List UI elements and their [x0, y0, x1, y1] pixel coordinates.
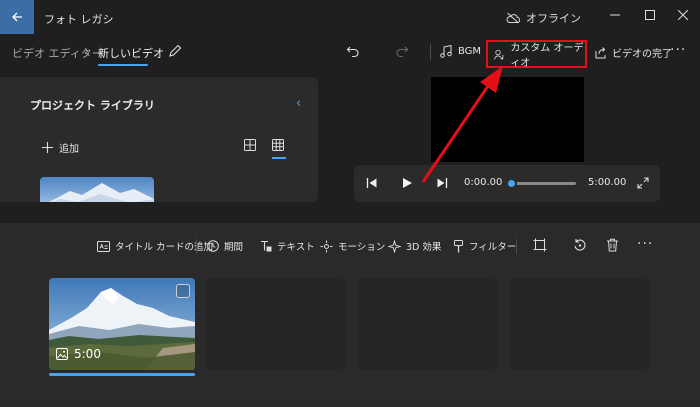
mountain-photo	[49, 183, 154, 202]
play-icon	[403, 178, 412, 188]
rotate-icon	[574, 239, 586, 251]
grid-small-icon	[272, 139, 284, 151]
total-time: 5:00.00	[588, 177, 627, 188]
music-note-icon	[440, 45, 452, 58]
seek-handle[interactable]	[506, 178, 517, 189]
filter-brush-icon	[454, 239, 463, 252]
previous-frame-button[interactable]	[366, 177, 378, 189]
custom-audio-label: カスタム オーディオ	[510, 43, 584, 69]
duration-label: 期間	[224, 242, 244, 253]
3d-effects-button[interactable]: 3D 効果	[388, 239, 441, 253]
text-icon	[261, 240, 272, 252]
person-audio-icon	[494, 49, 504, 60]
maximize-icon	[645, 10, 655, 20]
app-title: フォト レガシ	[44, 13, 114, 26]
close-icon	[678, 10, 688, 20]
crop-icon	[533, 238, 547, 252]
breadcrumb-underline	[98, 64, 148, 66]
redo-button[interactable]	[395, 44, 409, 58]
project-library-panel: プロジェクト ライブラリ ‹ 追加	[0, 77, 318, 202]
project-library-title: プロジェクト ライブラリ	[30, 99, 155, 112]
motion-label: モーション	[338, 242, 386, 253]
bgm-button[interactable]: BGM	[440, 45, 481, 58]
view-selected-indicator	[272, 157, 286, 159]
plus-icon	[42, 142, 53, 153]
add-media-button[interactable]: 追加	[42, 140, 79, 155]
close-button[interactable]	[666, 2, 700, 28]
empty-clip-slot	[206, 279, 345, 369]
title-card-icon	[97, 240, 110, 252]
text-label: テキスト	[277, 242, 315, 253]
storyboard-more-button[interactable]: ···	[637, 236, 653, 252]
current-time: 0:00.00	[464, 177, 503, 188]
breadcrumb-video-editor[interactable]: ビデオ エディター	[12, 45, 103, 61]
bgm-label: BGM	[458, 46, 482, 57]
minimize-icon	[610, 14, 620, 16]
breadcrumb-current: 新しいビデオ	[98, 47, 164, 60]
collapse-library-button[interactable]: ‹	[296, 96, 301, 111]
offline-label: オフライン	[526, 12, 581, 25]
step-forward-icon	[437, 178, 448, 188]
filters-label: フィルター	[469, 242, 517, 253]
large-grid-view-button[interactable]	[244, 139, 256, 151]
trash-icon	[607, 238, 618, 252]
breadcrumb-separator: ›	[84, 44, 89, 58]
playback-controls: 0:00.00 5:00.00	[354, 165, 660, 202]
clip-duration: 5:00	[56, 347, 101, 361]
grid-large-icon	[244, 139, 256, 151]
expand-icon	[637, 177, 649, 189]
empty-clip-slot	[510, 279, 649, 369]
undo-icon	[346, 46, 359, 58]
undo-button[interactable]	[346, 44, 360, 58]
offline-status: オフライン	[506, 10, 581, 26]
clock-icon	[207, 240, 219, 252]
motion-icon	[320, 240, 333, 252]
motion-button[interactable]: モーション	[320, 239, 385, 253]
toolbar-divider	[430, 44, 431, 60]
custom-audio-button[interactable]: カスタム オーディオ	[486, 40, 587, 69]
rename-button[interactable]	[168, 44, 182, 58]
image-icon	[56, 348, 68, 360]
maximize-button[interactable]	[633, 2, 667, 28]
more-options-button[interactable]: ···	[670, 42, 686, 58]
clip-duration-label: 5:00	[74, 347, 101, 361]
clip-selected-indicator	[49, 373, 195, 376]
fullscreen-button[interactable]	[637, 177, 649, 189]
share-export-icon	[595, 47, 606, 59]
play-button[interactable]	[401, 177, 413, 189]
small-grid-view-button[interactable]	[272, 139, 284, 151]
filters-button[interactable]: フィルター	[453, 239, 516, 253]
library-media-thumbnail[interactable]	[40, 177, 154, 202]
text-button[interactable]: テキスト	[260, 239, 315, 253]
crop-button[interactable]	[533, 238, 547, 252]
sparkle-3d-icon	[388, 239, 401, 253]
pencil-icon	[169, 44, 182, 57]
tool-divider	[516, 239, 517, 254]
add-title-card-label: タイトル カードの追加	[115, 242, 214, 253]
3d-effects-label: 3D 効果	[406, 242, 442, 253]
cloud-offline-icon	[506, 12, 520, 24]
empty-clip-slot	[358, 279, 497, 369]
video-preview	[431, 77, 584, 162]
finish-video-label: ビデオの完了	[612, 49, 672, 60]
duration-button[interactable]: 期間	[207, 239, 243, 253]
clip-select-checkbox[interactable]	[176, 284, 190, 298]
tool-divider	[196, 239, 197, 254]
seek-bar[interactable]	[510, 182, 576, 185]
step-back-icon	[366, 178, 377, 188]
finish-video-button[interactable]: ビデオの完了	[594, 45, 672, 60]
add-label: 追加	[59, 144, 79, 155]
delete-button[interactable]	[606, 238, 619, 252]
redo-icon	[396, 46, 409, 58]
arrow-left-icon	[12, 12, 22, 22]
next-frame-button[interactable]	[436, 177, 448, 189]
minimize-button[interactable]	[598, 2, 632, 28]
rotate-button[interactable]	[573, 238, 587, 252]
back-button[interactable]	[0, 0, 34, 34]
